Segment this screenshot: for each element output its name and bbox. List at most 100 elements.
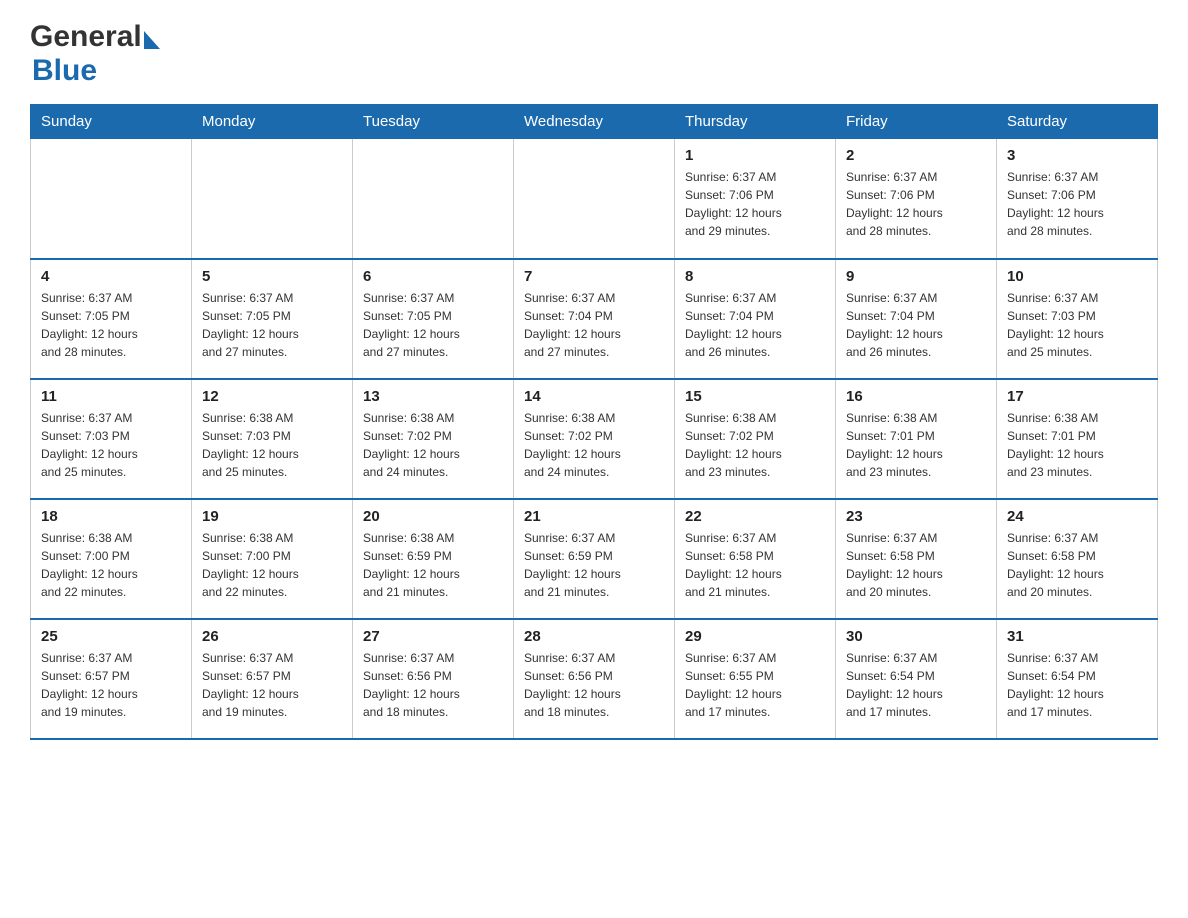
day-number: 30 bbox=[846, 628, 986, 645]
day-info: Sunrise: 6:38 AM Sunset: 7:00 PM Dayligh… bbox=[202, 529, 342, 601]
calendar-cell: 31 Sunrise: 6:37 AM Sunset: 6:54 PM Dayli… bbox=[997, 619, 1158, 739]
logo-arrow-icon bbox=[144, 31, 160, 49]
calendar-cell bbox=[353, 139, 514, 259]
day-info: Sunrise: 6:37 AM Sunset: 7:06 PM Dayligh… bbox=[846, 168, 986, 240]
day-info: Sunrise: 6:37 AM Sunset: 6:57 PM Dayligh… bbox=[202, 649, 342, 721]
day-info: Sunrise: 6:37 AM Sunset: 6:58 PM Dayligh… bbox=[685, 529, 825, 601]
calendar-cell: 9Sunrise: 6:37 AM Sunset: 7:04 PM Daylig… bbox=[836, 259, 997, 379]
day-info: Sunrise: 6:37 AM Sunset: 6:56 PM Dayligh… bbox=[363, 649, 503, 721]
day-info: Sunrise: 6:38 AM Sunset: 7:03 PM Dayligh… bbox=[202, 409, 342, 481]
calendar-cell: 18 Sunrise: 6:38 AM Sunset: 7:00 PM Dayli… bbox=[31, 499, 192, 619]
day-info: Sunrise: 6:37 AM Sunset: 7:04 PM Dayligh… bbox=[685, 289, 825, 361]
calendar-cell: 1Sunrise: 6:37 AM Sunset: 7:06 PM Daylig… bbox=[675, 139, 836, 259]
calendar-cell: 8 Sunrise: 6:37 AM Sunset: 7:04 PM Daylig… bbox=[675, 259, 836, 379]
calendar-cell: 13Sunrise: 6:38 AM Sunset: 7:02 PM Dayli… bbox=[353, 379, 514, 499]
weekday-header-sunday: Sunday bbox=[31, 105, 192, 139]
day-number: 18 bbox=[41, 508, 181, 525]
week-row-3: 11Sunrise: 6:37 AM Sunset: 7:03 PM Dayli… bbox=[31, 379, 1158, 499]
day-info: Sunrise: 6:38 AM Sunset: 7:02 PM Dayligh… bbox=[524, 409, 664, 481]
weekday-header-wednesday: Wednesday bbox=[514, 105, 675, 139]
logo-blue-text: Blue bbox=[32, 54, 97, 87]
calendar-cell: 28 Sunrise: 6:37 AM Sunset: 6:56 PM Dayli… bbox=[514, 619, 675, 739]
calendar-cell: 7 Sunrise: 6:37 AM Sunset: 7:04 PM Daylig… bbox=[514, 259, 675, 379]
calendar-cell: 3 Sunrise: 6:37 AM Sunset: 7:06 PM Daylig… bbox=[997, 139, 1158, 259]
calendar-table: SundayMondayTuesdayWednesdayThursdayFrid… bbox=[30, 104, 1158, 740]
day-number: 10 bbox=[1007, 268, 1147, 285]
day-number: 25 bbox=[41, 628, 181, 645]
calendar-cell: 5 Sunrise: 6:37 AM Sunset: 7:05 PM Daylig… bbox=[192, 259, 353, 379]
day-info: Sunrise: 6:37 AM Sunset: 6:54 PM Dayligh… bbox=[846, 649, 986, 721]
day-number: 24 bbox=[1007, 508, 1147, 525]
day-info: Sunrise: 6:37 AM Sunset: 7:05 PM Dayligh… bbox=[363, 289, 503, 361]
calendar-cell: 23 Sunrise: 6:37 AM Sunset: 6:58 PM Dayli… bbox=[836, 499, 997, 619]
day-number: 20 bbox=[363, 508, 503, 525]
calendar-cell: 15 Sunrise: 6:38 AM Sunset: 7:02 PM Dayli… bbox=[675, 379, 836, 499]
day-info: Sunrise: 6:38 AM Sunset: 7:02 PM Dayligh… bbox=[363, 409, 503, 481]
day-info: Sunrise: 6:37 AM Sunset: 7:04 PM Dayligh… bbox=[846, 289, 986, 361]
calendar-cell: 11Sunrise: 6:37 AM Sunset: 7:03 PM Dayli… bbox=[31, 379, 192, 499]
day-number: 16 bbox=[846, 388, 986, 405]
day-info: Sunrise: 6:38 AM Sunset: 7:01 PM Dayligh… bbox=[1007, 409, 1147, 481]
calendar-cell: 21Sunrise: 6:37 AM Sunset: 6:59 PM Dayli… bbox=[514, 499, 675, 619]
weekday-header-tuesday: Tuesday bbox=[353, 105, 514, 139]
day-number: 22 bbox=[685, 508, 825, 525]
calendar-cell: 2 Sunrise: 6:37 AM Sunset: 7:06 PM Daylig… bbox=[836, 139, 997, 259]
day-number: 5 bbox=[202, 268, 342, 285]
day-number: 7 bbox=[524, 268, 664, 285]
day-number: 19 bbox=[202, 508, 342, 525]
day-number: 17 bbox=[1007, 388, 1147, 405]
calendar-cell: 6 Sunrise: 6:37 AM Sunset: 7:05 PM Daylig… bbox=[353, 259, 514, 379]
calendar-cell: 14 Sunrise: 6:38 AM Sunset: 7:02 PM Dayli… bbox=[514, 379, 675, 499]
week-row-1: 1Sunrise: 6:37 AM Sunset: 7:06 PM Daylig… bbox=[31, 139, 1158, 259]
logo-general-text: General bbox=[30, 20, 142, 54]
calendar-cell: 29Sunrise: 6:37 AM Sunset: 6:55 PM Dayli… bbox=[675, 619, 836, 739]
weekday-header-friday: Friday bbox=[836, 105, 997, 139]
day-info: Sunrise: 6:38 AM Sunset: 6:59 PM Dayligh… bbox=[363, 529, 503, 601]
weekday-header-monday: Monday bbox=[192, 105, 353, 139]
week-row-5: 25 Sunrise: 6:37 AM Sunset: 6:57 PM Dayli… bbox=[31, 619, 1158, 739]
logo: General Blue bbox=[30, 20, 160, 88]
day-info: Sunrise: 6:37 AM Sunset: 7:04 PM Dayligh… bbox=[524, 289, 664, 361]
day-info: Sunrise: 6:38 AM Sunset: 7:01 PM Dayligh… bbox=[846, 409, 986, 481]
day-info: Sunrise: 6:37 AM Sunset: 7:03 PM Dayligh… bbox=[1007, 289, 1147, 361]
day-number: 15 bbox=[685, 388, 825, 405]
week-row-4: 18 Sunrise: 6:38 AM Sunset: 7:00 PM Dayli… bbox=[31, 499, 1158, 619]
calendar-cell: 22 Sunrise: 6:37 AM Sunset: 6:58 PM Dayli… bbox=[675, 499, 836, 619]
day-number: 23 bbox=[846, 508, 986, 525]
day-info: Sunrise: 6:37 AM Sunset: 7:05 PM Dayligh… bbox=[202, 289, 342, 361]
calendar-cell: 26 Sunrise: 6:37 AM Sunset: 6:57 PM Dayli… bbox=[192, 619, 353, 739]
day-info: Sunrise: 6:37 AM Sunset: 6:57 PM Dayligh… bbox=[41, 649, 181, 721]
day-info: Sunrise: 6:37 AM Sunset: 7:06 PM Dayligh… bbox=[685, 168, 825, 240]
day-info: Sunrise: 6:37 AM Sunset: 7:06 PM Dayligh… bbox=[1007, 168, 1147, 240]
day-number: 28 bbox=[524, 628, 664, 645]
calendar-cell bbox=[192, 139, 353, 259]
day-number: 26 bbox=[202, 628, 342, 645]
calendar-cell: 17 Sunrise: 6:38 AM Sunset: 7:01 PM Dayli… bbox=[997, 379, 1158, 499]
day-info: Sunrise: 6:37 AM Sunset: 6:58 PM Dayligh… bbox=[846, 529, 986, 601]
calendar-cell: 20 Sunrise: 6:38 AM Sunset: 6:59 PM Dayli… bbox=[353, 499, 514, 619]
day-info: Sunrise: 6:38 AM Sunset: 7:02 PM Dayligh… bbox=[685, 409, 825, 481]
calendar-cell: 24Sunrise: 6:37 AM Sunset: 6:58 PM Dayli… bbox=[997, 499, 1158, 619]
calendar-cell bbox=[514, 139, 675, 259]
calendar-cell: 16 Sunrise: 6:38 AM Sunset: 7:01 PM Dayli… bbox=[836, 379, 997, 499]
day-info: Sunrise: 6:37 AM Sunset: 6:56 PM Dayligh… bbox=[524, 649, 664, 721]
calendar-cell: 25 Sunrise: 6:37 AM Sunset: 6:57 PM Dayli… bbox=[31, 619, 192, 739]
day-number: 14 bbox=[524, 388, 664, 405]
day-number: 3 bbox=[1007, 147, 1147, 164]
calendar-cell bbox=[31, 139, 192, 259]
day-number: 2 bbox=[846, 147, 986, 164]
day-number: 8 bbox=[685, 268, 825, 285]
day-number: 6 bbox=[363, 268, 503, 285]
day-number: 21 bbox=[524, 508, 664, 525]
day-number: 11 bbox=[41, 388, 181, 405]
weekday-header-row: SundayMondayTuesdayWednesdayThursdayFrid… bbox=[31, 105, 1158, 139]
calendar-cell: 12Sunrise: 6:38 AM Sunset: 7:03 PM Dayli… bbox=[192, 379, 353, 499]
day-info: Sunrise: 6:38 AM Sunset: 7:00 PM Dayligh… bbox=[41, 529, 181, 601]
day-number: 29 bbox=[685, 628, 825, 645]
day-info: Sunrise: 6:37 AM Sunset: 6:54 PM Dayligh… bbox=[1007, 649, 1147, 721]
page-header: General Blue bbox=[30, 20, 1158, 88]
day-number: 31 bbox=[1007, 628, 1147, 645]
day-number: 4 bbox=[41, 268, 181, 285]
calendar-cell: 27Sunrise: 6:37 AM Sunset: 6:56 PM Dayli… bbox=[353, 619, 514, 739]
weekday-header-thursday: Thursday bbox=[675, 105, 836, 139]
